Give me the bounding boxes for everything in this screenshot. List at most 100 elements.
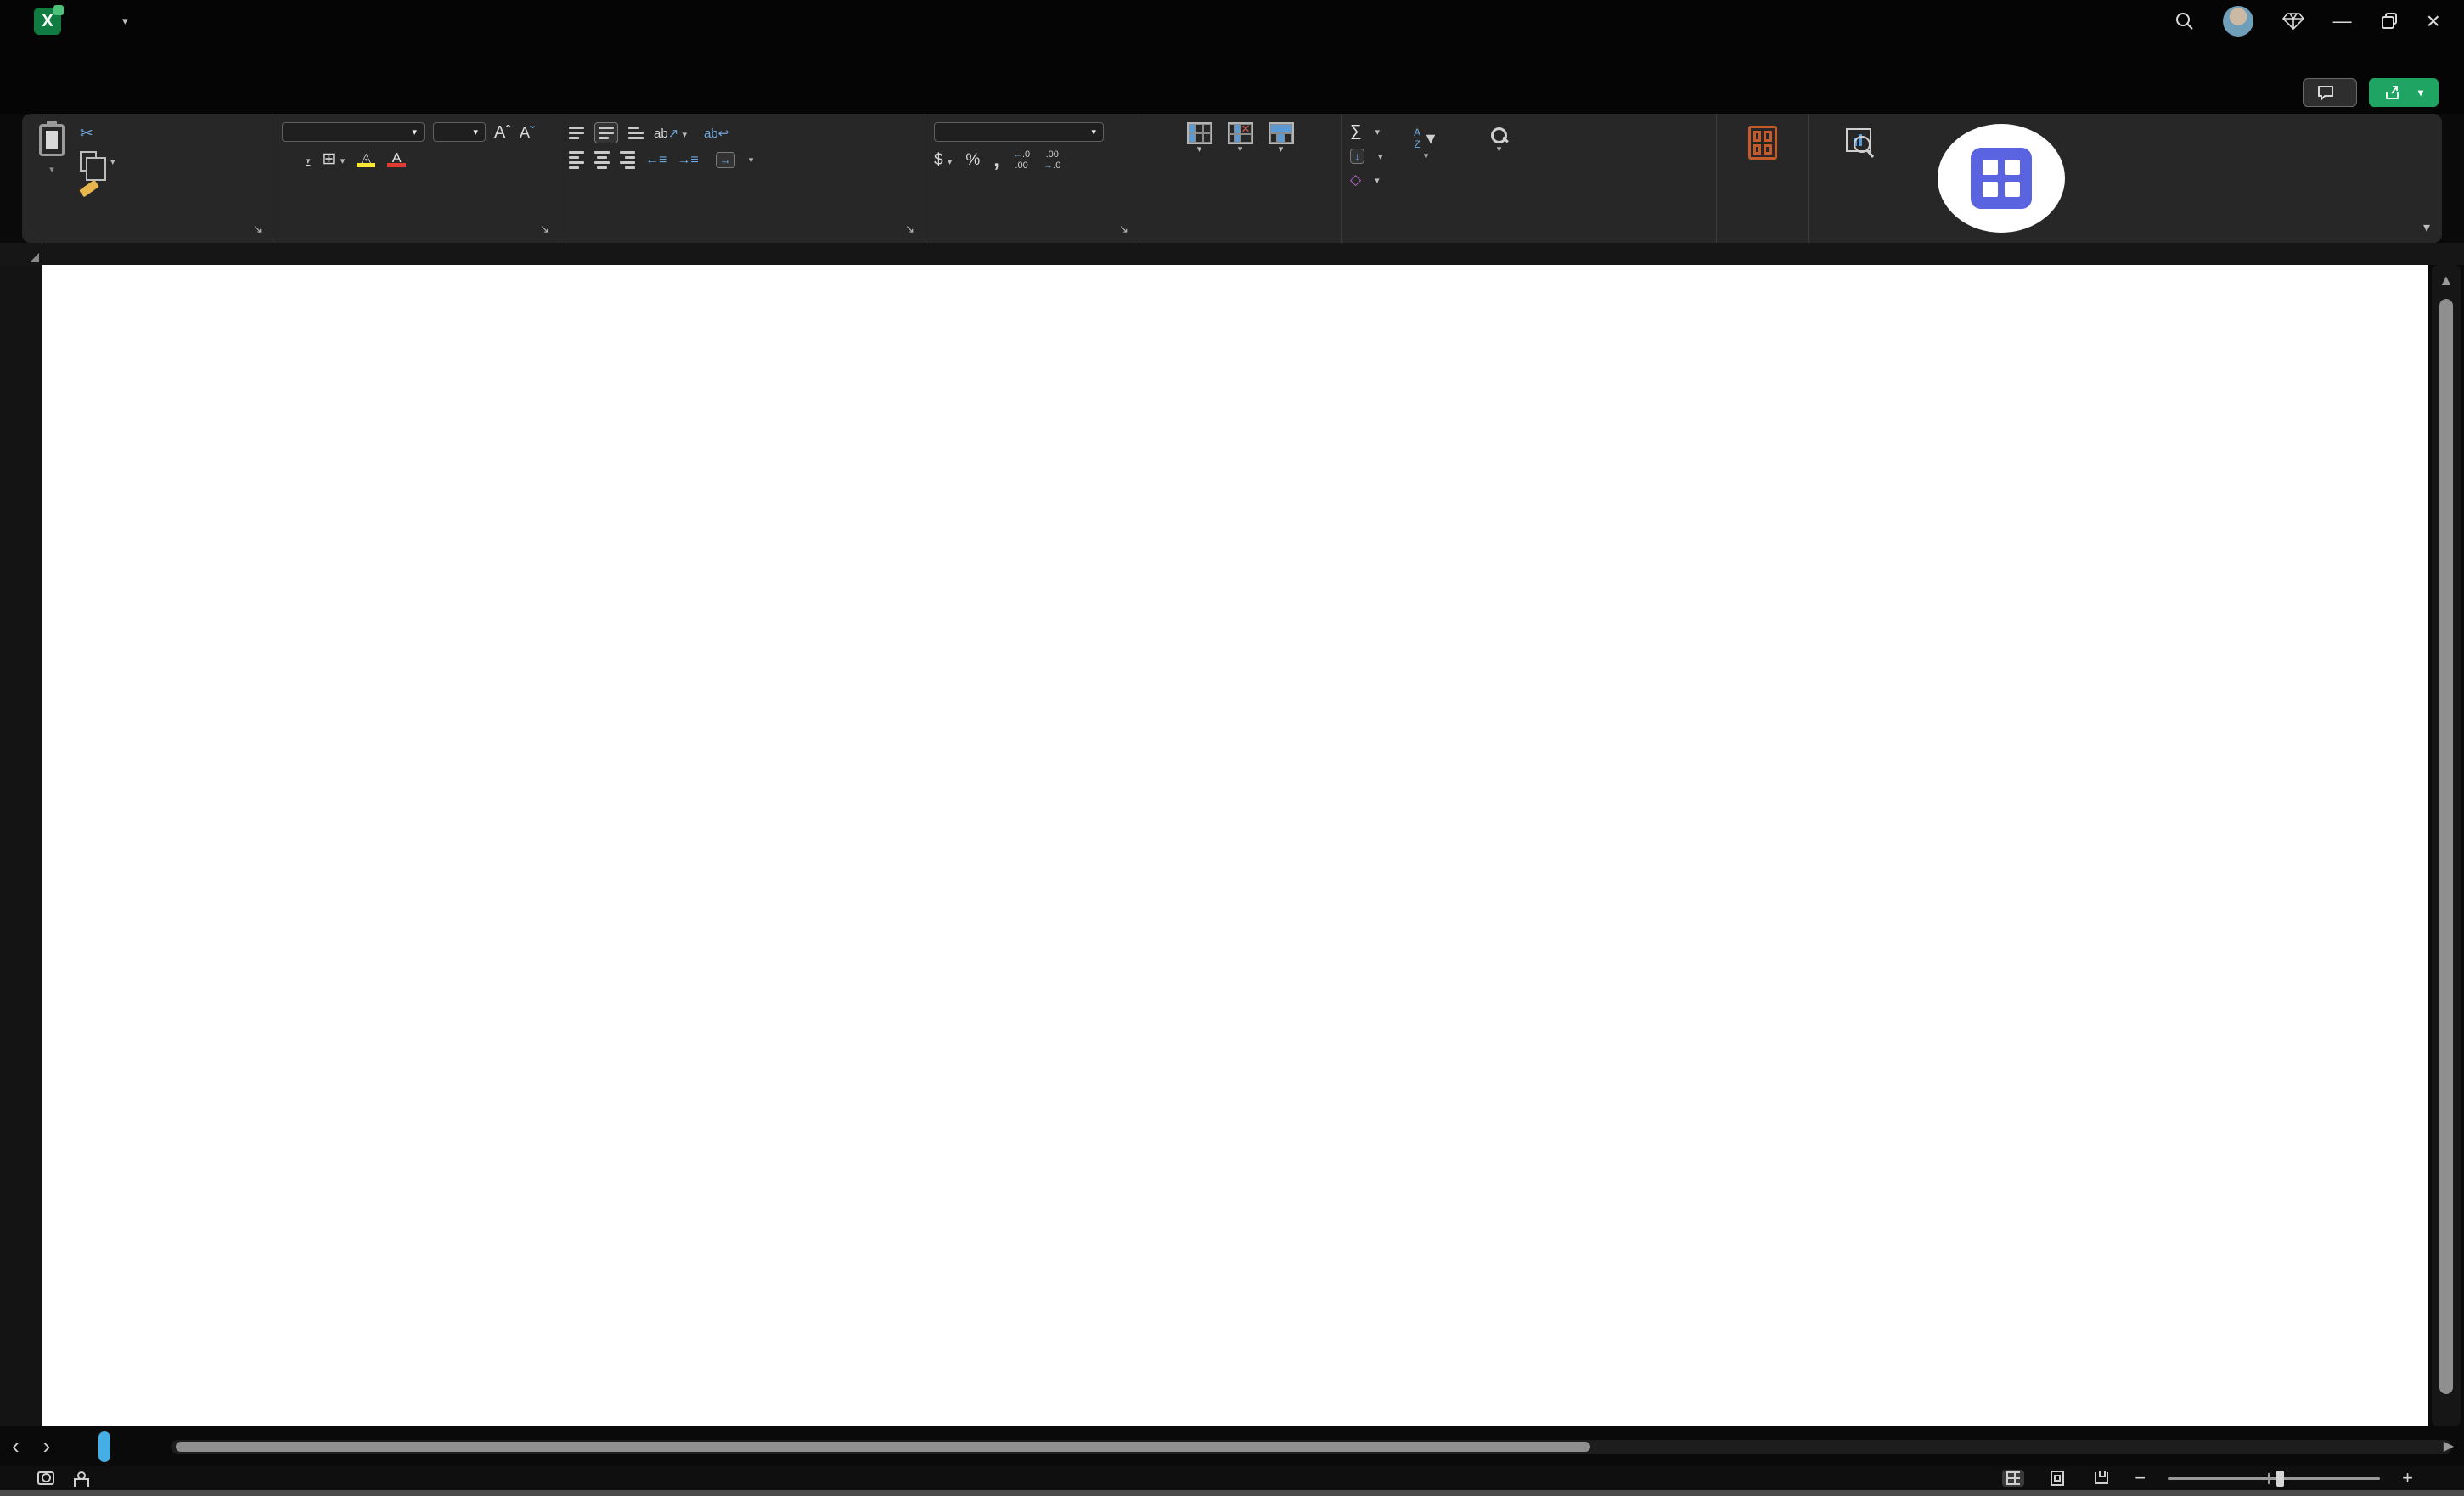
minimize-button[interactable]: — — [2333, 10, 2352, 32]
decrease-decimal-button[interactable]: .00 →.0 — [1044, 149, 1060, 171]
number-format-select[interactable]: ▾ — [934, 122, 1104, 142]
editing-group: ∑ ▾ ↓ ▾ ◇ ▾ A Z ▼ ▾ ▾ — [1342, 114, 1717, 243]
font-dialog-launcher[interactable]: ↘ — [540, 222, 549, 236]
borders-button[interactable]: ⊞ ▾ — [323, 149, 346, 169]
alignment-dialog-launcher[interactable]: ↘ — [905, 222, 914, 236]
wrap-text-icon: ab↩ — [703, 126, 729, 141]
zoom-slider-thumb[interactable] — [2276, 1470, 2285, 1487]
horizontal-scroll-thumb[interactable] — [176, 1441, 1591, 1452]
wrap-text-button[interactable]: ab↩ — [704, 126, 735, 141]
share-icon — [2386, 86, 2399, 99]
excel-window: X ▾ — × ▾ ▾ ✂ ▾ ↘ ▾ ▾ Aˆ Aˇ ▾ ⊞ ▾ ◬ A ↘ … — [0, 0, 2464, 1496]
addins-group — [1717, 114, 1809, 243]
shrink-font-button[interactable]: Aˇ — [520, 125, 535, 140]
format-cells-button[interactable]: ▾ — [1268, 122, 1294, 155]
sheet-canvas[interactable] — [42, 265, 2428, 1426]
find-select-button[interactable]: ▾ — [1470, 127, 1529, 155]
worksheet-area: ▲ — [0, 265, 2464, 1426]
comment-icon — [2318, 86, 2333, 100]
font-family-select[interactable]: ▾ — [282, 122, 425, 142]
vertical-scrollbar[interactable]: ▲ — [2432, 265, 2461, 1426]
font-size-select[interactable]: ▾ — [433, 122, 486, 142]
copy-button[interactable]: ▾ — [80, 151, 115, 181]
bottom-edge-strip — [0, 1490, 2464, 1496]
analyze-data-button[interactable] — [1827, 126, 1893, 161]
sort-filter-button[interactable]: A Z ▼ ▾ — [1397, 127, 1456, 161]
share-button[interactable]: ▾ — [2368, 78, 2439, 107]
addins-button[interactable] — [1747, 126, 1777, 165]
font-color-button[interactable]: A — [387, 151, 407, 167]
macro-record-icon[interactable] — [37, 1471, 54, 1485]
delete-cells-button[interactable]: ✕ ▾ — [1227, 122, 1253, 155]
comments-button[interactable] — [2302, 78, 2357, 107]
addins-icon — [1747, 126, 1777, 160]
increase-indent-button[interactable]: →≡ — [677, 153, 698, 168]
tabs-scroll-left-icon[interactable]: ‹ — [12, 1433, 20, 1459]
read-only-dropdown-icon[interactable]: ▾ — [122, 14, 128, 28]
number-group: ▾ $ ▾ % , ←.0.00 .00 →.0 ↘ — [925, 114, 1139, 243]
align-top-button[interactable] — [569, 127, 584, 139]
accounting-format-button[interactable]: $ ▾ — [934, 151, 952, 170]
cells-group: ▾ ✕ ▾ ▾ — [1139, 114, 1342, 243]
finmodelslab-logo-icon — [1938, 124, 2065, 233]
status-bar: − + — [0, 1466, 2464, 1490]
title-bar: X ▾ — × — [0, 0, 2464, 42]
search-icon[interactable] — [2175, 12, 2194, 31]
font-color-swatch — [387, 162, 407, 167]
alignment-group: ab↗ ▾ ab↩ ←≡ →≡ ↔ ▾ ↘ — [560, 114, 925, 243]
autosum-icon: ∑ — [1350, 122, 1362, 140]
zoom-slider[interactable] — [2168, 1470, 2381, 1487]
decrease-indent-button[interactable]: ←≡ — [645, 153, 667, 168]
zoom-in-button[interactable]: + — [2402, 1467, 2413, 1489]
close-button[interactable]: × — [2427, 8, 2440, 35]
normal-view-button[interactable] — [2002, 1470, 2025, 1487]
cut-button[interactable]: ✂ — [80, 124, 115, 143]
ribbon: ▾ ✂ ▾ ↘ ▾ ▾ Aˆ Aˇ ▾ ⊞ ▾ ◬ A ↘ ab↗ ▾ ab↩ … — [22, 114, 2442, 243]
kpi-cards — [114, 382, 1708, 450]
autosum-button[interactable]: ∑ ▾ — [1350, 122, 1383, 141]
horizontal-scrollbar[interactable]: ▶ — [171, 1437, 2454, 1454]
sheet-tab-clipped[interactable] — [98, 1431, 111, 1462]
align-left-button[interactable] — [569, 151, 584, 169]
premium-gem-icon[interactable] — [2281, 12, 2304, 31]
fill-button[interactable]: ↓ ▾ — [1350, 149, 1383, 164]
align-bottom-button[interactable] — [628, 127, 644, 139]
cut-icon: ✂ — [80, 125, 93, 143]
clear-icon: ◇ — [1350, 172, 1362, 188]
comma-style-button[interactable]: , — [993, 149, 999, 170]
format-cells-icon — [1268, 122, 1294, 144]
collapse-ribbon-icon[interactable]: ▾ — [2423, 219, 2430, 236]
vertical-scroll-thumb[interactable] — [2439, 299, 2453, 1394]
orientation-button[interactable]: ab↗ ▾ — [654, 126, 687, 141]
merge-center-button[interactable]: ↔ ▾ — [715, 152, 753, 168]
clear-button[interactable]: ◇ ▾ — [1350, 172, 1383, 188]
align-middle-button[interactable] — [594, 122, 618, 143]
copy-icon — [80, 151, 106, 181]
zoom-out-button[interactable]: − — [2135, 1467, 2146, 1489]
align-center-button[interactable] — [594, 151, 610, 169]
roic-chart — [114, 552, 1708, 997]
scroll-up-icon[interactable]: ▲ — [2439, 272, 2454, 290]
increase-decimal-button[interactable]: ←.0.00 — [1013, 149, 1030, 171]
sheet-content — [114, 265, 1708, 1426]
delete-cells-icon: ✕ — [1227, 122, 1253, 144]
fill-icon: ↓ — [1350, 149, 1364, 164]
format-painter-icon — [79, 179, 99, 198]
underline-button[interactable]: ▾ — [306, 150, 311, 169]
restore-button[interactable] — [2381, 13, 2398, 30]
number-dialog-launcher[interactable]: ↘ — [1119, 222, 1128, 236]
page-break-view-button[interactable] — [2090, 1470, 2112, 1487]
sheet-tab-bar: ‹ › ▶ — [0, 1426, 2464, 1466]
fill-color-button[interactable]: ◬ — [357, 151, 376, 167]
align-right-button[interactable] — [620, 151, 635, 169]
insert-cells-button[interactable]: ▾ — [1186, 122, 1212, 155]
clipboard-dialog-launcher[interactable]: ↘ — [253, 222, 262, 236]
tabs-scroll-right-icon[interactable]: › — [43, 1433, 51, 1459]
user-avatar[interactable] — [2222, 6, 2253, 37]
scroll-right-icon[interactable]: ▶ — [2444, 1437, 2454, 1454]
paste-button[interactable]: ▾ — [31, 121, 73, 178]
percent-style-button[interactable]: % — [965, 151, 980, 170]
grow-font-button[interactable]: Aˆ — [494, 124, 511, 141]
select-all-corner[interactable] — [0, 243, 42, 265]
page-layout-view-button[interactable] — [2046, 1470, 2068, 1487]
